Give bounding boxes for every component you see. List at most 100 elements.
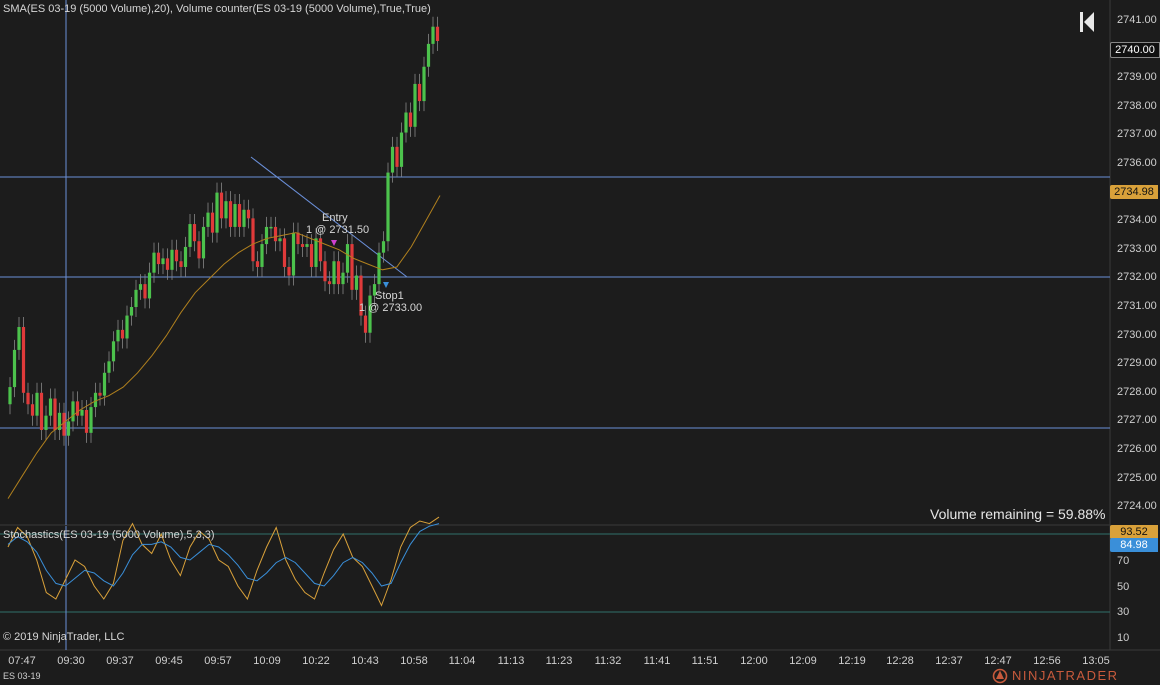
candle <box>39 392 44 430</box>
candle <box>354 275 359 290</box>
candle <box>255 261 260 267</box>
candle <box>417 83 422 102</box>
brand-text: NINJATRADER <box>1012 668 1119 683</box>
candle <box>300 244 305 247</box>
candle <box>386 172 390 242</box>
stoch-tick-label: 30 <box>1117 606 1130 618</box>
candle <box>314 238 318 267</box>
entry-label: Entry <box>322 212 348 224</box>
time-tick-label: 12:37 <box>935 655 963 667</box>
sma-line <box>7 195 441 499</box>
candle <box>197 241 201 259</box>
candle <box>174 249 179 262</box>
candle <box>390 146 395 173</box>
candle <box>80 409 84 416</box>
instrument-tab[interactable]: ES 03-19 <box>3 671 41 681</box>
candle <box>147 272 152 299</box>
stoch-tick-label: 70 <box>1117 555 1130 567</box>
time-tick-label: 09:57 <box>204 655 232 667</box>
skip-back-icon[interactable] <box>1079 11 1097 33</box>
candle <box>341 272 345 285</box>
price-tick-label: 2739.00 <box>1117 71 1157 84</box>
price-tick-label: 2741.00 <box>1117 14 1157 26</box>
candle <box>219 192 224 219</box>
candle <box>408 112 413 127</box>
price-tick-label: 2729.00 <box>1117 357 1157 370</box>
candle <box>201 226 206 259</box>
time-tick-label: 12:28 <box>886 655 914 667</box>
candle <box>98 392 102 396</box>
candle <box>143 284 147 299</box>
candle <box>125 315 129 339</box>
candle <box>395 146 399 167</box>
candle <box>278 238 282 242</box>
candle <box>161 258 165 265</box>
time-tick-label: 12:47 <box>984 655 1012 667</box>
price-tick-label: 2731.00 <box>1117 300 1157 312</box>
candle <box>269 226 273 229</box>
candle <box>75 401 80 416</box>
candle <box>35 392 39 416</box>
candle <box>336 261 341 285</box>
price-tick-label: 2727.00 <box>1117 414 1157 427</box>
candle <box>152 252 156 273</box>
time-tick-label: 11:32 <box>594 655 622 667</box>
chart-window: SMA(ES 03-19 (5000 Volume),20), Volume c… <box>0 0 1160 685</box>
candle <box>251 218 255 262</box>
price-tick-label: 2725.00 <box>1117 471 1157 484</box>
candle <box>188 224 192 247</box>
candle <box>264 226 269 245</box>
candle <box>116 329 120 342</box>
candle <box>138 284 143 290</box>
time-tick-label: 09:37 <box>106 655 134 667</box>
candle <box>431 26 435 44</box>
time-tick-label: 11:41 <box>643 655 671 667</box>
chart-canvas[interactable] <box>0 0 1160 685</box>
entry-marker <box>331 240 337 246</box>
candle <box>381 241 386 253</box>
stop-detail: 1 @ 2733.00 <box>359 302 423 314</box>
ninjatrader-logo: NINJATRADER <box>992 668 1158 684</box>
candle <box>399 132 404 167</box>
candle <box>129 307 134 316</box>
time-tick-label: 07:47 <box>8 655 36 667</box>
candle <box>102 372 107 396</box>
candle <box>66 421 71 436</box>
candle <box>237 204 242 227</box>
time-tick-label: 10:58 <box>400 655 428 667</box>
candle <box>282 238 287 267</box>
candle <box>287 266 291 276</box>
stoch-tick-label: 10 <box>1117 631 1130 644</box>
candle <box>404 112 408 133</box>
stoch-tick-label: 50 <box>1117 580 1130 593</box>
stoch-k-badge: 84.98 <box>1110 538 1158 552</box>
candle <box>242 209 246 227</box>
candle <box>156 252 161 265</box>
candle <box>134 289 138 307</box>
candle <box>165 258 170 270</box>
time-tick-label: 10:43 <box>351 655 379 667</box>
candle <box>228 201 233 227</box>
candle <box>44 415 48 430</box>
price-tick-label: 2730.00 <box>1117 328 1157 341</box>
stop-label: Stop1 <box>375 290 404 302</box>
candle <box>107 361 111 373</box>
candle <box>273 226 278 242</box>
volume-remaining: Volume remaining = 59.88% <box>930 506 1106 522</box>
time-tick-label: 09:45 <box>155 655 183 667</box>
candle <box>309 244 314 267</box>
stoch-d-badge: 93.52 <box>1110 525 1158 539</box>
candle <box>120 329 125 339</box>
candle <box>71 401 75 422</box>
main-panel-title: SMA(ES 03-19 (5000 Volume),20), Volume c… <box>3 3 431 15</box>
time-tick-label: 13:05 <box>1082 655 1110 667</box>
candle <box>246 209 251 219</box>
time-tick-label: 12:19 <box>838 655 866 667</box>
copyright: © 2019 NinjaTrader, LLC <box>3 631 125 643</box>
time-tick-label: 11:13 <box>497 655 525 667</box>
candle <box>413 83 417 127</box>
candle <box>192 224 197 242</box>
time-tick-label: 10:22 <box>302 655 330 667</box>
price-tick-label: 2732.00 <box>1117 271 1157 284</box>
candle <box>12 349 17 388</box>
